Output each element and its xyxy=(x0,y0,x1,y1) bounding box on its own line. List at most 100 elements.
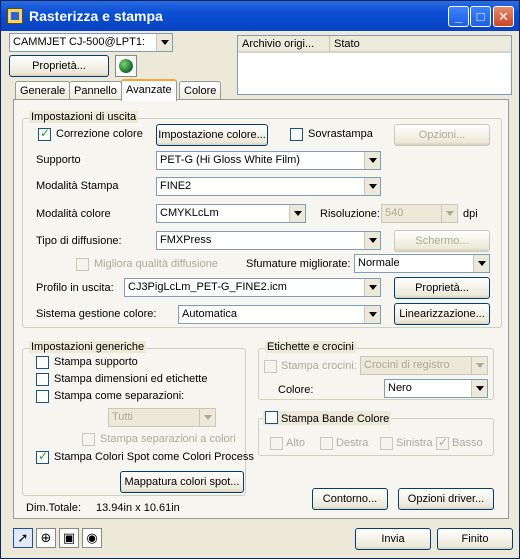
separations-select[interactable]: Tutti xyxy=(108,408,216,427)
tab-pannello[interactable]: Pannello xyxy=(69,81,122,101)
band-right-label: Destra xyxy=(336,437,369,449)
chevron-down-icon[interactable] xyxy=(473,255,489,272)
chevron-down-icon[interactable] xyxy=(289,205,305,222)
chevron-down-icon[interactable] xyxy=(364,152,380,169)
output-profile-select[interactable]: CJ3PigLcLm_PET-G_FINE2.icm xyxy=(124,278,381,297)
chevron-down-icon[interactable] xyxy=(471,357,487,374)
color-mode-select-value: CMYKLcLm xyxy=(160,207,219,219)
chevron-down-icon[interactable] xyxy=(156,34,172,51)
dither-label: Tipo di diffusione: xyxy=(36,235,122,247)
close-button[interactable]: ✕ xyxy=(493,6,514,27)
marks-color-select[interactable]: Nero xyxy=(384,379,488,398)
chevron-down-icon[interactable] xyxy=(471,380,487,397)
jobs-list[interactable]: Archivio origi... Stato xyxy=(237,35,512,95)
color-mode-select[interactable]: CMYKLcLm xyxy=(156,204,306,223)
resolution-label: Risoluzione: xyxy=(320,208,380,220)
dimensions-value: 13.94in x 10.61in xyxy=(96,502,180,514)
app-icon xyxy=(7,8,23,24)
better-dither-label: Migliora qualità diffusione xyxy=(94,258,218,270)
print-color-separations-checkbox[interactable] xyxy=(82,433,95,446)
band-right-checkbox[interactable] xyxy=(320,437,333,450)
color-management-button[interactable] xyxy=(115,55,137,77)
spot-as-process-checkbox[interactable] xyxy=(36,449,49,464)
better-dither-checkbox[interactable] xyxy=(76,258,89,271)
image-tool-icon[interactable]: ▣ xyxy=(59,528,79,548)
color-correction-label: Correzione colore xyxy=(56,128,143,140)
dither-select-value: FMXPress xyxy=(160,234,212,246)
print-mode-select[interactable]: FINE2 xyxy=(156,177,381,196)
print-marks-label: Stampa crocini: xyxy=(281,360,357,372)
band-bottom-label: Basso xyxy=(452,437,483,449)
send-button[interactable]: Invia xyxy=(355,528,431,550)
marks-select[interactable]: Crocini di registro xyxy=(360,356,488,375)
output-settings-legend: Impostazioni di uscita xyxy=(29,111,139,123)
column-header-source[interactable]: Archivio origi... xyxy=(238,36,330,53)
minimize-button[interactable]: _ xyxy=(448,6,469,27)
cms-select-value: Automatica xyxy=(182,308,238,320)
print-marks-checkbox[interactable] xyxy=(264,360,277,373)
print-media-checkbox[interactable] xyxy=(36,356,49,369)
color-correction-checkbox[interactable] xyxy=(38,126,51,141)
tab-avanzate[interactable]: Avanzate xyxy=(121,79,177,101)
zoom-fit-tool-icon[interactable]: ◉ xyxy=(82,528,102,548)
overprint-checkbox[interactable] xyxy=(290,128,303,141)
separations-select-value: Tutti xyxy=(112,411,133,423)
media-select-value: PET-G (Hi Gloss White Film) xyxy=(160,154,300,166)
band-bottom-checkbox[interactable] xyxy=(436,435,449,450)
band-top-label: Alto xyxy=(286,437,305,449)
driver-options-button[interactable]: Opzioni driver... xyxy=(398,488,494,510)
column-header-status[interactable]: Stato xyxy=(330,36,511,53)
dimensions-label: Dim.Totale: xyxy=(26,502,82,514)
zoom-tool-icon[interactable]: ⊕ xyxy=(36,528,56,548)
tab-generale[interactable]: Generale xyxy=(15,81,71,101)
print-size-labels-checkbox[interactable] xyxy=(36,373,49,386)
printer-properties-button[interactable]: Proprietà... xyxy=(9,55,109,77)
gradients-select[interactable]: Normale xyxy=(354,254,490,273)
marks-select-value: Crocini di registro xyxy=(364,359,450,371)
output-profile-label: Profilo in uscita: xyxy=(36,282,114,294)
media-select[interactable]: PET-G (Hi Gloss White Film) xyxy=(156,151,381,170)
band-left-checkbox[interactable] xyxy=(380,437,393,450)
done-button[interactable]: Finito xyxy=(437,528,513,550)
color-bands-label: Stampa Bande Colore xyxy=(281,413,390,425)
resolution-select-value: 540 xyxy=(385,207,404,219)
printer-select-value: CAMMJET CJ-500@LPT1: xyxy=(13,36,145,48)
window-title: Rasterizza e stampa xyxy=(29,8,163,24)
contour-button[interactable]: Contorno... xyxy=(312,488,388,510)
cms-label: Sistema gestione colore: xyxy=(36,308,157,320)
options-button[interactable]: Opzioni... xyxy=(394,124,490,146)
cms-select[interactable]: Automatica xyxy=(178,305,381,324)
print-separations-label: Stampa come separazioni: xyxy=(54,390,185,402)
resolution-unit: dpi xyxy=(463,208,478,220)
title-bar: Rasterizza e stampa _ □ ✕ xyxy=(1,1,519,31)
dither-select[interactable]: FMXPress xyxy=(156,231,381,250)
chevron-down-icon[interactable] xyxy=(364,306,380,323)
chevron-down-icon[interactable] xyxy=(199,409,215,426)
rasterize-print-dialog: Rasterizza e stampa _ □ ✕ CAMMJET CJ-500… xyxy=(0,0,520,559)
print-separations-checkbox[interactable] xyxy=(36,390,49,403)
tab-panel-avanzate: Impostazioni di uscita Correzione colore… xyxy=(13,99,509,519)
tab-colore[interactable]: Colore xyxy=(179,81,222,101)
band-top-checkbox[interactable] xyxy=(270,437,283,450)
profile-properties-button[interactable]: Proprietà... xyxy=(394,277,490,299)
generic-settings-legend: Impostazioni generiche xyxy=(29,341,147,353)
band-left-label: Sinistra xyxy=(396,437,433,449)
maximize-button[interactable]: □ xyxy=(470,6,491,27)
output-profile-select-value: CJ3PigLcLm_PET-G_FINE2.icm xyxy=(128,281,287,293)
pointer-tool-icon[interactable]: ➚ xyxy=(13,528,33,548)
color-bands-legend: Stampa Bande Colore xyxy=(263,411,392,425)
resolution-select[interactable]: 540 xyxy=(381,204,458,223)
screen-button[interactable]: Schermo... xyxy=(394,230,490,252)
printer-select[interactable]: CAMMJET CJ-500@LPT1: xyxy=(9,33,173,52)
chevron-down-icon[interactable] xyxy=(364,178,380,195)
spot-mapping-button[interactable]: Mappatura colori spot... xyxy=(120,471,244,493)
color-setup-button[interactable]: Impostazione colore... xyxy=(156,124,268,146)
overprint-label: Sovrastampa xyxy=(308,128,373,140)
chevron-down-icon[interactable] xyxy=(364,279,380,296)
gradients-select-value: Normale xyxy=(358,257,400,269)
color-bands-checkbox[interactable] xyxy=(265,411,278,424)
chevron-down-icon[interactable] xyxy=(441,205,457,222)
chevron-down-icon[interactable] xyxy=(364,232,380,249)
marks-color-label: Colore: xyxy=(278,384,314,396)
linearization-button[interactable]: Linearizzazione... xyxy=(394,303,490,325)
